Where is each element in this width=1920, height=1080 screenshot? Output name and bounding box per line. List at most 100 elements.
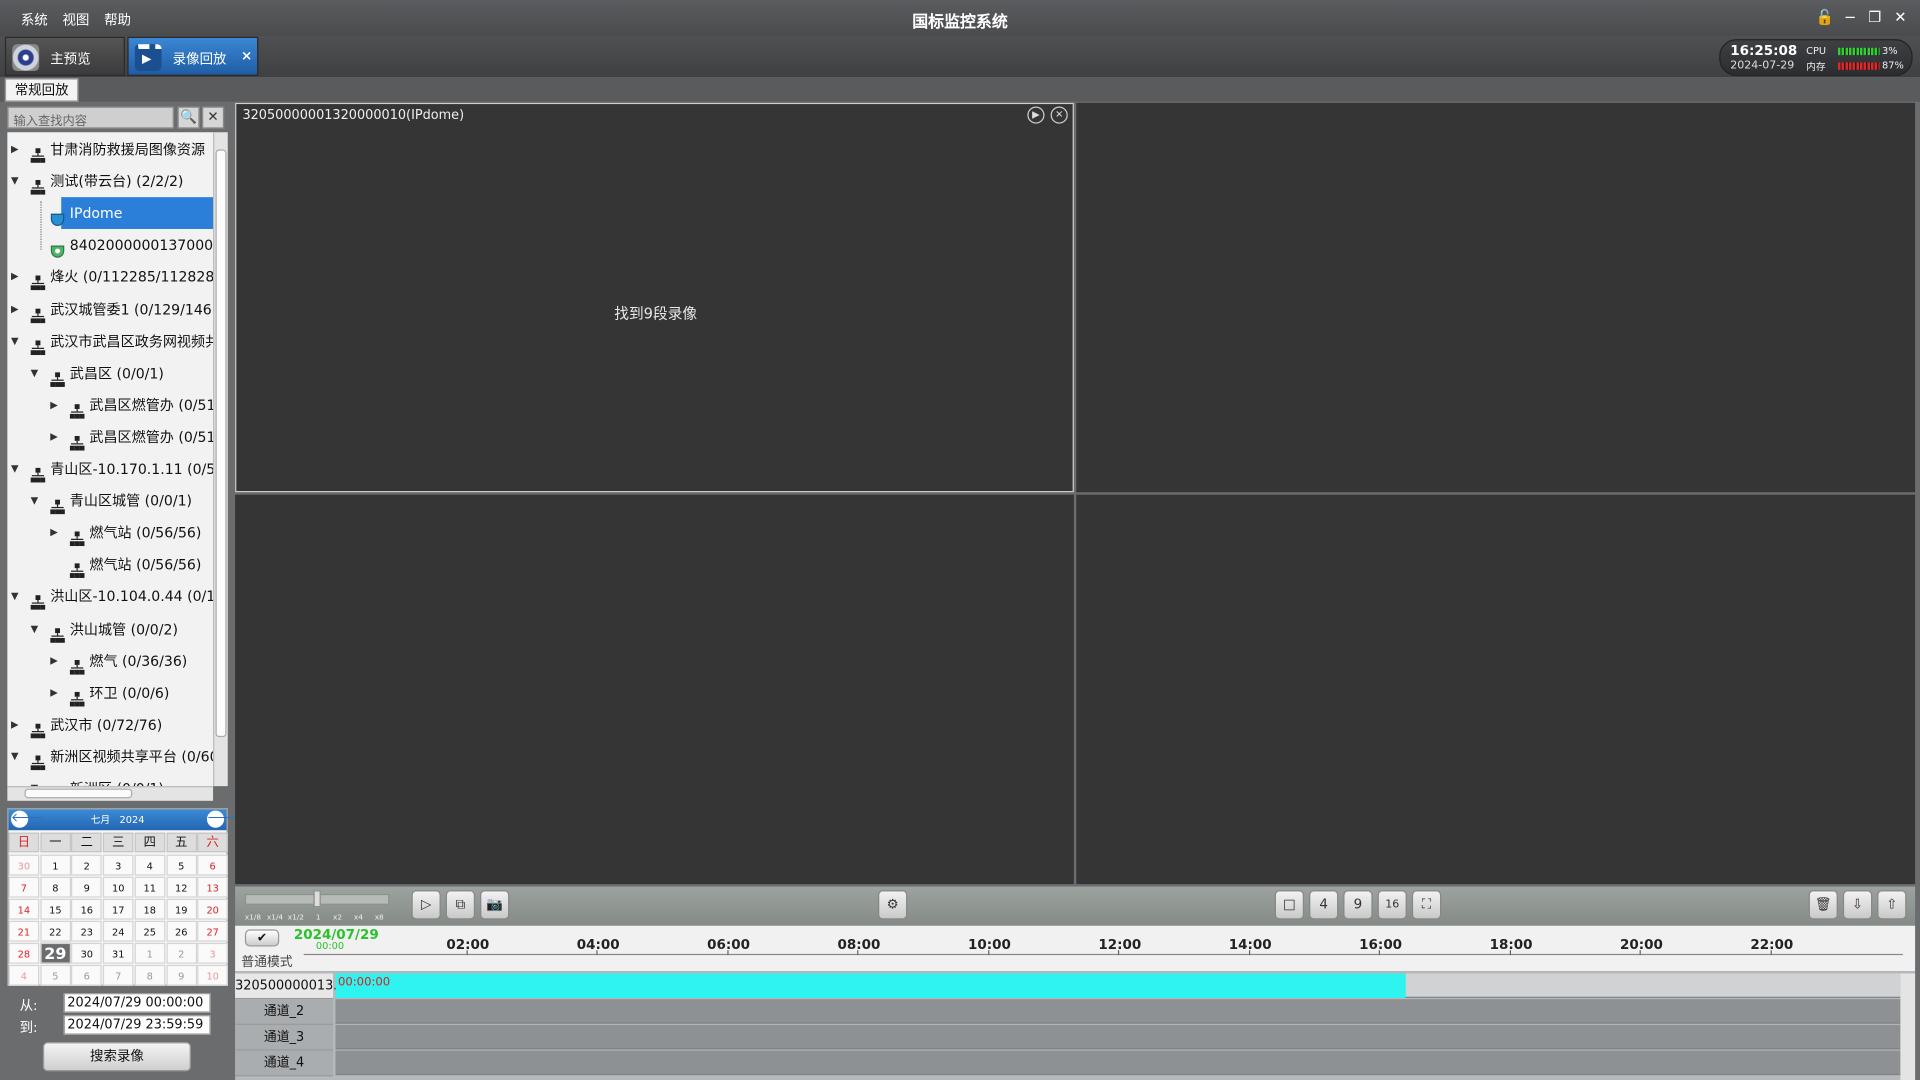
calendar-day[interactable]: 1 [40, 854, 71, 876]
calendar-day[interactable]: 13 [197, 876, 228, 898]
speed-slider-thumb[interactable] [313, 890, 321, 908]
calendar-day[interactable]: 3 [102, 854, 134, 876]
collapse-arrow-icon[interactable]: ▼ [11, 581, 19, 613]
minimize-button[interactable]: − [1842, 9, 1859, 26]
track-bar[interactable] [335, 1024, 1901, 1050]
tree-node[interactable]: ▶ 环卫 (0/0/6) [7, 677, 213, 709]
calendar-day[interactable]: 5 [40, 964, 71, 986]
subtab-regular-playback[interactable]: 常规回放 [4, 78, 79, 102]
calendar-day[interactable]: 25 [134, 920, 166, 942]
search-icon[interactable]: 🔍 [177, 106, 200, 129]
timeline-track[interactable]: 通道_2 [235, 999, 1901, 1025]
tree-node[interactable]: ▼ 武汉市武昌区政务网视频共 [7, 325, 213, 357]
calendar-day[interactable]: 6 [71, 964, 103, 986]
calendar-day[interactable]: 30 [71, 942, 103, 964]
search-input[interactable]: 输入查找内容 [7, 106, 174, 129]
recording-segment[interactable]: 00:00:00 [335, 973, 1406, 998]
track-bar[interactable] [335, 1050, 1901, 1076]
timeline-scrollbar[interactable] [1900, 973, 1916, 1080]
tree-node[interactable]: ▶ 武汉市 (0/72/76) [7, 709, 213, 741]
calendar-day[interactable]: 19 [165, 898, 197, 920]
delete-button[interactable]: 🗑 [1808, 890, 1838, 920]
calendar-day[interactable]: 2 [165, 942, 197, 964]
calendar-day[interactable]: 8 [40, 876, 71, 898]
calendar-day[interactable]: 6 [197, 854, 228, 876]
play-button[interactable]: ▷ [411, 890, 441, 920]
video-pane-1[interactable]: 32050000001320000010(IPdome) ▶ ✕ 找到9段录像 [235, 102, 1074, 493]
settings-button[interactable]: ⚙ [877, 890, 908, 920]
calendar-day[interactable]: 28 [8, 942, 40, 964]
tree-node[interactable]: ▼ 青山区-10.170.1.11 (0/56 [7, 453, 213, 485]
calendar-day[interactable]: 4 [8, 964, 40, 986]
tree-node[interactable]: ▶ 武昌区燃管办 (0/51 [7, 421, 213, 453]
calendar-day[interactable]: 9 [165, 964, 197, 986]
tree-node[interactable]: ▼ 青山区城管 (0/0/1) [7, 485, 213, 517]
check-icon[interactable]: ✔ [244, 929, 280, 947]
collapse-arrow-icon[interactable]: ▼ [11, 325, 19, 357]
restore-button[interactable]: ❐ [1866, 9, 1883, 26]
to-datetime-input[interactable]: 2024/07/29 23:59:59 [63, 1015, 211, 1035]
tree-node[interactable]: ▼ 武昌区 (0/0/1) [7, 357, 213, 389]
track-bar[interactable]: 00:00:00 [335, 973, 1901, 998]
expand-arrow-icon[interactable]: ▶ [50, 645, 58, 677]
calendar-day[interactable]: 12 [165, 876, 197, 898]
collapse-arrow-icon[interactable]: ▼ [11, 741, 19, 773]
track-bar[interactable] [335, 999, 1901, 1024]
expand-arrow-icon[interactable]: ▶ [50, 389, 58, 421]
collapse-arrow-icon[interactable]: ▼ [31, 357, 39, 389]
tree-node[interactable]: ▶ 武汉城管委1 (0/129/146) [7, 293, 213, 325]
calendar-day[interactable]: 4 [134, 854, 166, 876]
tree-node[interactable]: ▶ 烽火 (0/112285/112828) [7, 261, 213, 293]
calendar-day[interactable]: 22 [40, 920, 71, 942]
video-pane-3[interactable] [235, 494, 1074, 885]
tree-hscroll-thumb[interactable] [24, 788, 133, 799]
expand-arrow-icon[interactable]: ▶ [50, 421, 58, 453]
tree-node[interactable]: ▼ 新洲区 (0/0/1) [7, 773, 213, 786]
collapse-arrow-icon[interactable]: ▼ [31, 613, 39, 645]
layout-9-button[interactable]: 9 [1343, 890, 1373, 920]
calendar-day[interactable]: 23 [71, 920, 103, 942]
calendar-day[interactable]: 20 [197, 898, 228, 920]
layout-16-button[interactable]: 16 [1377, 890, 1407, 920]
calendar-day[interactable]: 2 [71, 854, 103, 876]
calendar-day[interactable]: 10 [197, 964, 228, 986]
calendar-day[interactable]: 11 [134, 876, 166, 898]
calendar-day[interactable]: 31 [102, 942, 134, 964]
close-icon[interactable]: × [241, 48, 252, 64]
snapshot-button[interactable]: 📷 [480, 890, 510, 920]
calendar-day[interactable]: 10 [102, 876, 134, 898]
expand-arrow-icon[interactable]: ▶ [11, 261, 19, 293]
download-button[interactable]: ⇩ [1842, 890, 1873, 920]
clip-button[interactable]: ⧉ [445, 890, 476, 920]
layout-1-button[interactable]: □ [1274, 890, 1305, 920]
clear-icon[interactable]: ✕ [202, 106, 225, 129]
collapse-arrow-icon[interactable]: ▼ [31, 773, 39, 786]
timeline-track[interactable]: 320500000013... 00:00:00 [235, 973, 1901, 1000]
calendar-day[interactable]: 21 [8, 920, 40, 942]
play-icon[interactable]: ▶ [1027, 106, 1045, 124]
upload-button[interactable]: ⇧ [1877, 890, 1907, 920]
tree-node[interactable]: ▶ 燃气 (0/36/36) [7, 645, 213, 677]
calendar-day[interactable]: 26 [165, 920, 197, 942]
collapse-arrow-icon[interactable]: ▼ [11, 453, 19, 485]
expand-arrow-icon[interactable]: ▶ [11, 133, 19, 165]
calendar-day[interactable]: 18 [134, 898, 166, 920]
calendar-day[interactable]: 1 [134, 942, 166, 964]
tree-node[interactable]: 燃气站 (0/56/56) [7, 549, 213, 581]
tree-node[interactable]: ▶ 武昌区燃管办 (0/51 [7, 389, 213, 421]
calendar-day[interactable]: 8 [134, 964, 166, 986]
tab-playback[interactable]: ▶ 录像回放 × [127, 36, 259, 76]
tree-node[interactable]: ▼ 测试(带云台) (2/2/2) [7, 165, 213, 197]
from-datetime-input[interactable]: 2024/07/29 00:00:00 [63, 993, 211, 1013]
tree-node[interactable]: 84020000001370000 [7, 229, 213, 261]
video-pane-2[interactable] [1076, 102, 1916, 493]
layout-4-button[interactable]: 4 [1308, 890, 1339, 920]
tab-main-preview[interactable]: 主预览 [4, 36, 125, 76]
tree-node[interactable]: IPdome [50, 197, 214, 230]
calendar-day[interactable]: 29 [40, 942, 71, 964]
calendar-day[interactable]: 3 [197, 942, 228, 964]
tree-scroll-thumb[interactable] [215, 149, 227, 738]
calendar-day[interactable]: 15 [40, 898, 71, 920]
expand-arrow-icon[interactable]: ▶ [11, 293, 19, 325]
next-month-icon[interactable]: 🡒 [206, 810, 240, 828]
